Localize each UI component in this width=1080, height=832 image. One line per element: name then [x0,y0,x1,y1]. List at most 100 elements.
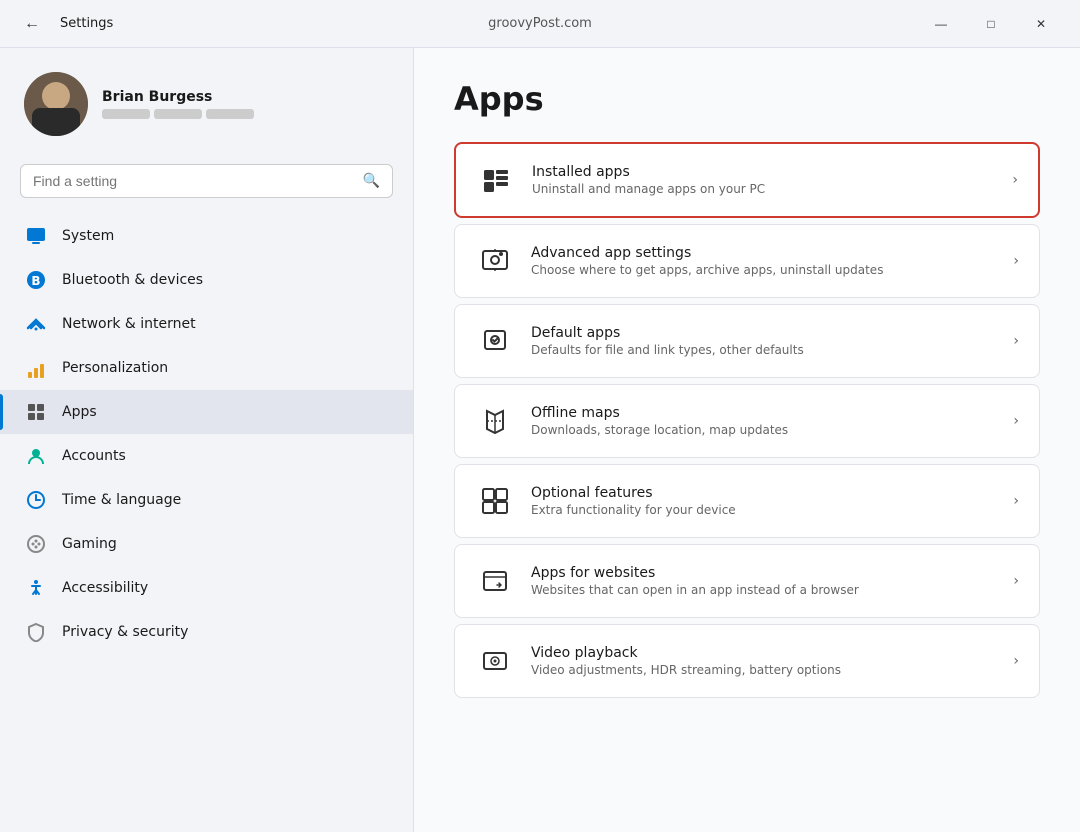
installed-apps-title: Installed apps [532,164,1004,180]
sidebar-item-gaming[interactable]: Gaming [0,522,413,566]
close-button[interactable]: ✕ [1018,8,1064,40]
sidebar-item-network[interactable]: Network & internet [0,302,413,346]
sidebar-item-label-personalization: Personalization [62,360,168,376]
email-bar-2 [154,109,202,119]
settings-item-default-apps[interactable]: Default apps Defaults for file and link … [454,304,1040,378]
maximize-button[interactable]: □ [968,8,1014,40]
sidebar: Brian Burgess 🔍 [0,48,414,832]
video-playback-text: Video playback Video adjustments, HDR st… [531,645,1005,677]
search-container: 🔍 [0,156,413,214]
user-profile: Brian Burgess [0,48,413,156]
apps-for-websites-chevron: › [1013,573,1019,589]
default-apps-title: Default apps [531,325,1005,341]
personalization-icon [24,356,48,380]
optional-features-desc: Extra functionality for your device [531,503,1005,517]
sidebar-item-label-accessibility: Accessibility [62,580,148,596]
advanced-app-settings-desc: Choose where to get apps, archive apps, … [531,263,1005,277]
video-playback-title: Video playback [531,645,1005,661]
search-box: 🔍 [20,164,393,198]
sidebar-item-bluetooth[interactable]: B Bluetooth & devices [0,258,413,302]
settings-item-apps-for-websites[interactable]: Apps for websites Websites that can open… [454,544,1040,618]
gaming-icon [24,532,48,556]
apps-for-websites-desc: Websites that can open in an app instead… [531,583,1005,597]
avatar [24,72,88,136]
video-playback-icon [475,641,515,681]
search-input[interactable] [33,173,355,189]
settings-list: Installed apps Uninstall and manage apps… [454,142,1040,698]
sidebar-item-privacy[interactable]: Privacy & security [0,610,413,654]
apps-icon [24,400,48,424]
sidebar-item-label-system: System [62,228,114,244]
apps-for-websites-text: Apps for websites Websites that can open… [531,565,1005,597]
user-name: Brian Burgess [102,89,254,105]
email-bar-3 [206,109,254,119]
installed-apps-icon [476,160,516,200]
advanced-app-settings-text: Advanced app settings Choose where to ge… [531,245,1005,277]
settings-item-offline-maps[interactable]: Offline maps Downloads, storage location… [454,384,1040,458]
settings-item-advanced-app-settings[interactable]: Advanced app settings Choose where to ge… [454,224,1040,298]
sidebar-item-label-privacy: Privacy & security [62,624,188,640]
optional-features-chevron: › [1013,493,1019,509]
minimize-button[interactable]: — [918,8,964,40]
avatar-image [24,72,88,136]
bluetooth-icon: B [24,268,48,292]
offline-maps-title: Offline maps [531,405,1005,421]
back-button[interactable]: ← [16,11,48,37]
user-email-bars [102,109,254,119]
sidebar-nav: System B Bluetooth & devices [0,214,413,654]
optional-features-icon [475,481,515,521]
avatar-body [32,108,80,136]
accounts-icon [24,444,48,468]
offline-maps-desc: Downloads, storage location, map updates [531,423,1005,437]
app-body: Brian Burgess 🔍 [0,48,1080,832]
settings-item-optional-features[interactable]: Optional features Extra functionality fo… [454,464,1040,538]
apps-for-websites-title: Apps for websites [531,565,1005,581]
email-bar-1 [102,109,150,119]
accessibility-icon [24,576,48,600]
content-area: Apps Installed apps Uninstall and manage… [414,48,1080,832]
sidebar-item-label-apps: Apps [62,404,97,420]
avatar-head [42,82,70,110]
offline-maps-icon [475,401,515,441]
settings-item-installed-apps[interactable]: Installed apps Uninstall and manage apps… [454,142,1040,218]
sidebar-item-label-network: Network & internet [62,316,196,332]
sidebar-item-label-bluetooth: Bluetooth & devices [62,272,203,288]
advanced-app-settings-icon [475,241,515,281]
sidebar-item-accounts[interactable]: Accounts [0,434,413,478]
sidebar-item-accessibility[interactable]: Accessibility [0,566,413,610]
optional-features-text: Optional features Extra functionality fo… [531,485,1005,517]
system-icon [24,224,48,248]
apps-for-websites-icon [475,561,515,601]
sidebar-item-label-gaming: Gaming [62,536,117,552]
time-icon [24,488,48,512]
user-info: Brian Burgess [102,89,254,119]
title-bar-left: ← Settings [16,11,113,37]
offline-maps-text: Offline maps Downloads, storage location… [531,405,1005,437]
installed-apps-desc: Uninstall and manage apps on your PC [532,182,1004,196]
sidebar-item-personalization[interactable]: Personalization [0,346,413,390]
network-icon [24,312,48,336]
default-apps-text: Default apps Defaults for file and link … [531,325,1005,357]
sidebar-item-system[interactable]: System [0,214,413,258]
window-title: Settings [60,16,113,31]
advanced-app-settings-chevron: › [1013,253,1019,269]
title-bar: ← Settings groovyPost.com — □ ✕ [0,0,1080,48]
sidebar-item-apps[interactable]: Apps [0,390,413,434]
offline-maps-chevron: › [1013,413,1019,429]
default-apps-icon [475,321,515,361]
privacy-icon [24,620,48,644]
default-apps-desc: Defaults for file and link types, other … [531,343,1005,357]
video-playback-chevron: › [1013,653,1019,669]
advanced-app-settings-title: Advanced app settings [531,245,1005,261]
sidebar-item-time[interactable]: Time & language [0,478,413,522]
watermark-text: groovyPost.com [488,16,592,31]
installed-apps-text: Installed apps Uninstall and manage apps… [532,164,1004,196]
sidebar-item-label-time: Time & language [62,492,181,508]
active-indicator [0,394,3,430]
svg-text:B: B [31,274,40,288]
search-icon: 🔍 [363,173,380,189]
page-title: Apps [454,80,1040,118]
settings-item-video-playback[interactable]: Video playback Video adjustments, HDR st… [454,624,1040,698]
sidebar-item-label-accounts: Accounts [62,448,126,464]
video-playback-desc: Video adjustments, HDR streaming, batter… [531,663,1005,677]
